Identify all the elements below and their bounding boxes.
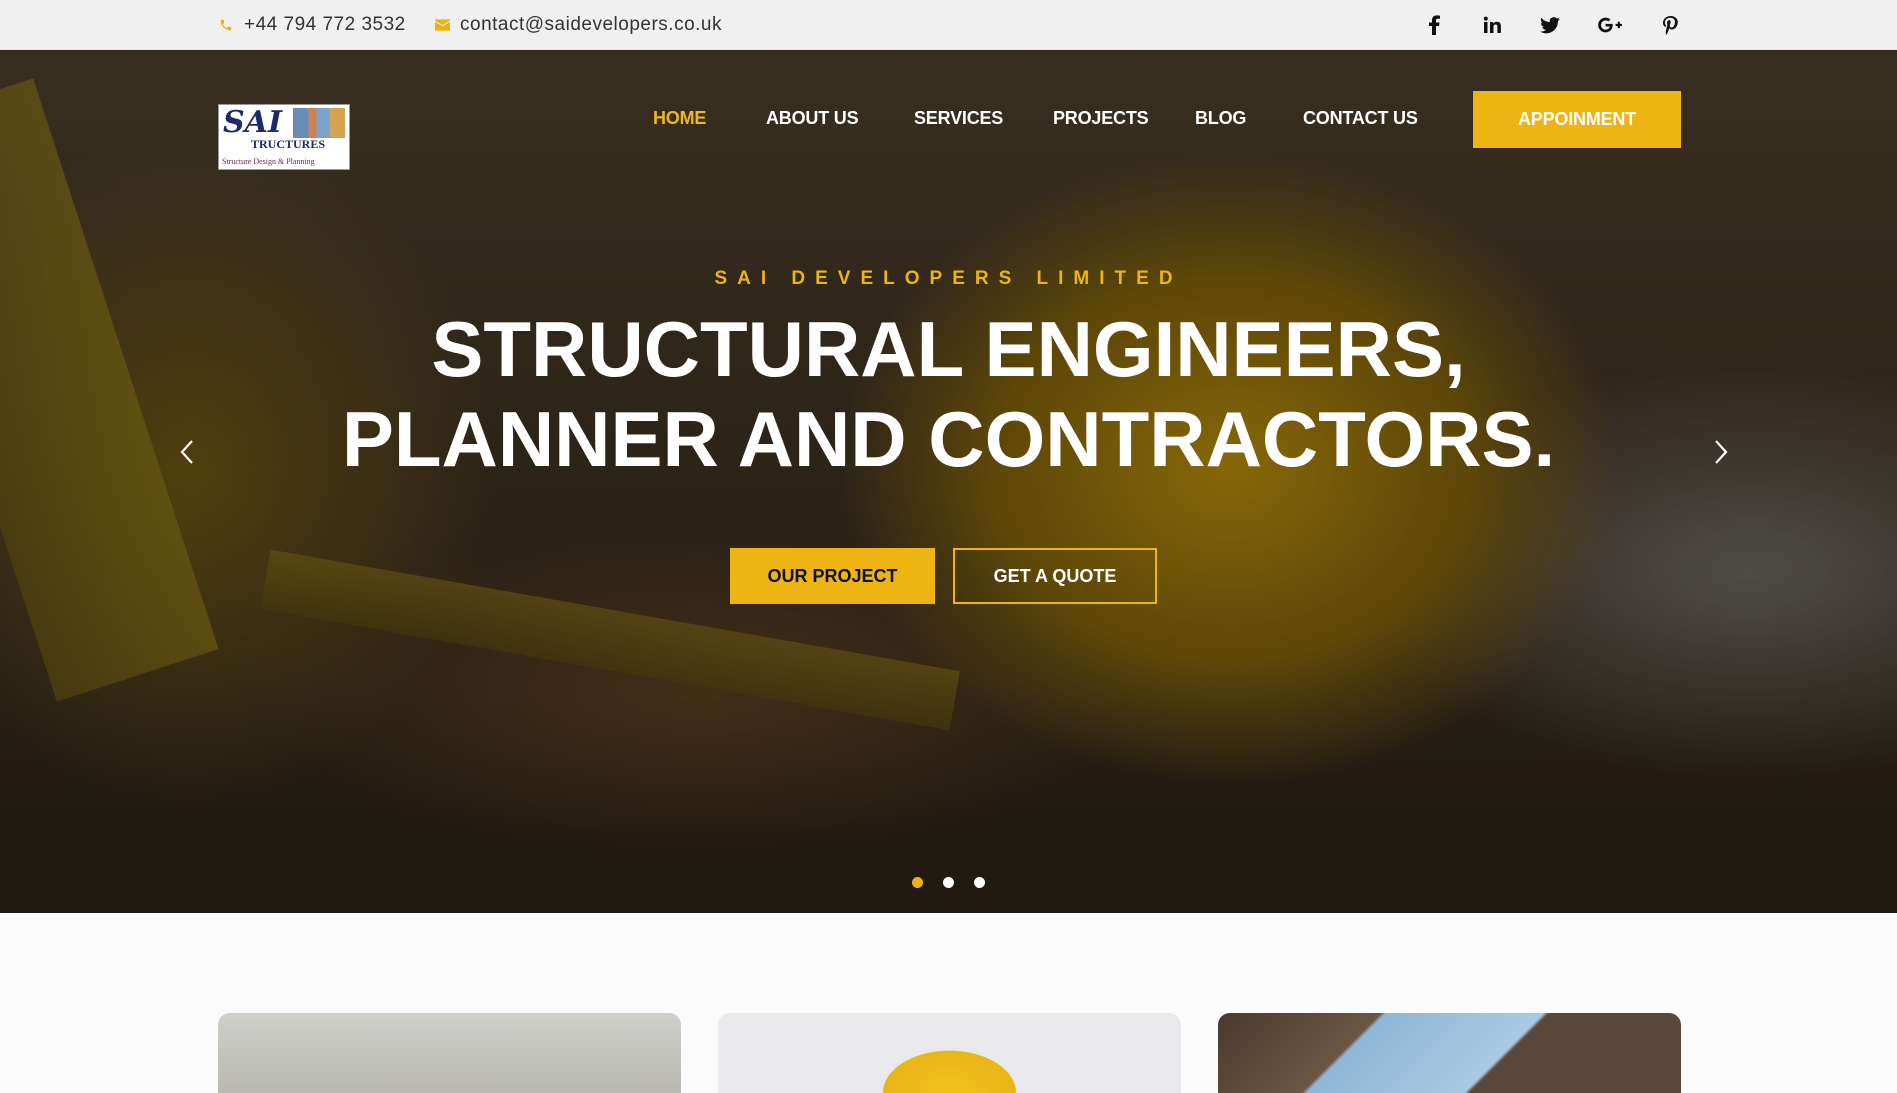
feature-card-3-image[interactable] (1218, 1013, 1681, 1093)
hero-eyebrow: SAI DEVELOPERS LIMITED (714, 268, 1183, 289)
logo-tagline: Structure Design & Planning (222, 157, 315, 166)
nav-about-us[interactable]: ABOUT US (766, 108, 859, 129)
nav-projects[interactable]: PROJECTS (1053, 108, 1149, 129)
feature-card-2-image[interactable] (718, 1013, 1181, 1093)
phone-number[interactable]: +44 794 772 3532 (244, 14, 406, 36)
feature-cards (0, 1013, 1897, 1093)
nav-home[interactable]: HOME (653, 108, 706, 129)
slider-pagination (0, 877, 1897, 888)
pinterest-icon[interactable] (1658, 13, 1682, 37)
slider-dot-3[interactable] (974, 877, 985, 888)
slider-dot-1[interactable] (912, 877, 923, 888)
logo-building-graphic (293, 108, 345, 138)
slider-next-arrow-icon[interactable] (1706, 432, 1736, 472)
google-plus-icon[interactable] (1598, 13, 1622, 37)
twitter-icon[interactable] (1538, 13, 1562, 37)
slider-dot-2[interactable] (943, 877, 954, 888)
nav-contact-us[interactable]: CONTACT US (1303, 108, 1418, 129)
hero-headline-line2: PLANNER AND CONTRACTORS. (341, 395, 1556, 483)
logo-text-sai: SAI (223, 105, 282, 140)
logo-text-structures: TRUCTURES (251, 137, 326, 151)
nav-blog[interactable]: BLOG (1195, 108, 1246, 129)
feature-card-1-image[interactable] (218, 1013, 681, 1093)
facebook-icon[interactable] (1422, 13, 1446, 37)
appointment-button[interactable]: APPOINMENT (1473, 91, 1681, 148)
hero-headline: STRUCTURAL ENGINEERS, PLANNER AND CONTRA… (0, 304, 1897, 484)
hero-headline-line1: STRUCTURAL ENGINEERS, (431, 305, 1466, 393)
phone-contact[interactable]: +44 794 772 3532 (218, 0, 406, 50)
phone-icon (218, 17, 234, 33)
get-a-quote-button[interactable]: GET A QUOTE (953, 548, 1157, 604)
email-contact[interactable]: contact@saidevelopers.co.uk (434, 0, 722, 50)
linkedin-icon[interactable] (1480, 13, 1504, 37)
email-address[interactable]: contact@saidevelopers.co.uk (460, 14, 722, 36)
site-logo[interactable]: SAI TRUCTURES Structure Design & Plannin… (218, 104, 350, 170)
our-project-button[interactable]: OUR PROJECT (730, 548, 935, 604)
slider-prev-arrow-icon[interactable] (172, 432, 202, 472)
envelope-icon (434, 17, 450, 33)
nav-services[interactable]: SERVICES (914, 108, 1003, 129)
top-bar: +44 794 772 3532 contact@saidevelopers.c… (0, 0, 1897, 50)
